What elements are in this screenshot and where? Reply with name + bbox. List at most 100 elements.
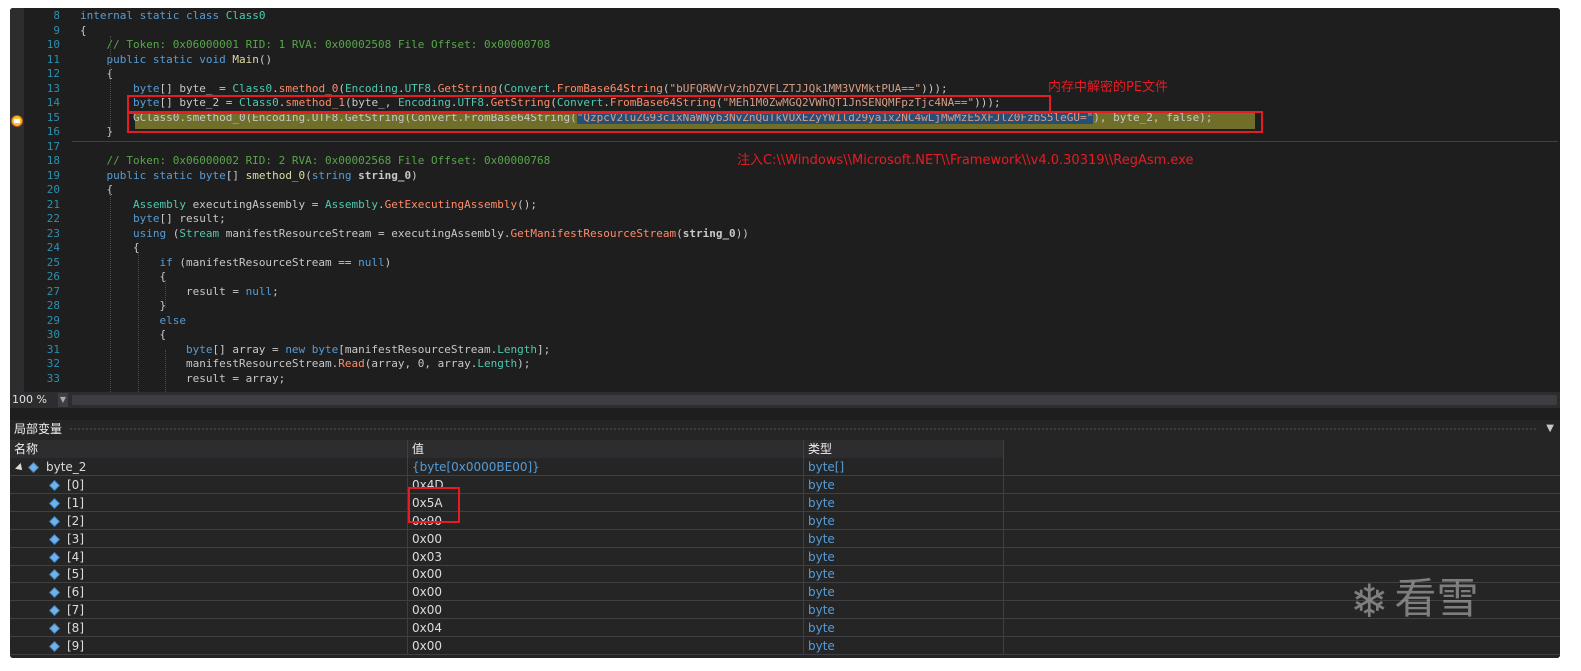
zoom-dropdown[interactable]: 100 % ▼	[12, 393, 68, 407]
code-text: if (manifestResourceStream == null)	[80, 256, 391, 270]
code-line[interactable]: 9{	[10, 24, 1560, 38]
code-line[interactable]: 22 byte[] result;	[10, 212, 1560, 226]
locals-name-cell: [6]	[10, 583, 408, 602]
code-token: manifestResourceStream.	[80, 357, 339, 370]
column-header-type[interactable]: 类型	[804, 440, 1004, 458]
code-token: (array, 0, array.	[364, 357, 478, 370]
field-cube-icon	[49, 587, 60, 599]
horizontal-scrollbar[interactable]	[72, 395, 1557, 405]
code-line[interactable]: 11 public static void Main()	[10, 53, 1560, 67]
locals-row[interactable]: [1] 0x5A byte	[10, 493, 1560, 512]
locals-value-cell[interactable]: 0x4D	[408, 475, 804, 494]
code-token: Main	[232, 52, 259, 66]
code-line[interactable]: 10 // Token: 0x06000001 RID: 1 RVA: 0x00…	[10, 38, 1560, 52]
line-number: 11	[46, 52, 60, 66]
code-line[interactable]: 26 {	[10, 270, 1560, 284]
code-line[interactable]: 13 byte[] byte_ = Class0.smethod_0(Encod…	[10, 82, 1560, 96]
locals-value-cell[interactable]: {byte[0x0000BE00]}	[408, 458, 804, 476]
code-token: Convert	[503, 81, 551, 95]
variable-name: [2]	[67, 513, 84, 528]
column-header-value[interactable]: 值	[408, 440, 804, 458]
variable-name: [0]	[67, 477, 84, 492]
locals-value-cell[interactable]: 0x04	[408, 619, 804, 638]
locals-row[interactable]: [2] 0x90 byte	[10, 511, 1560, 530]
locals-row[interactable]: [6] 0x00 byte	[10, 583, 1560, 602]
code-token: string_0	[682, 226, 736, 240]
locals-row[interactable]: [9] 0x00 byte	[10, 637, 1560, 655]
code-line[interactable]: 28 }	[10, 299, 1560, 313]
field-cube-icon	[49, 641, 60, 652]
locals-value-cell[interactable]: 0x00	[408, 601, 804, 620]
code-line[interactable]: 30 {	[10, 328, 1560, 342]
locals-row[interactable]: [0] 0x4D byte	[10, 475, 1560, 494]
code-token: byte	[80, 81, 160, 95]
code-token: smethod_0	[245, 168, 306, 182]
code-line[interactable]: 23 using (Stream manifestResourceStream …	[10, 227, 1560, 241]
locals-value-cell[interactable]: 0x00	[408, 583, 804, 602]
locals-row[interactable]: [4] 0x03 byte	[10, 547, 1560, 566]
locals-value-cell[interactable]: 0x5A	[408, 493, 804, 512]
locals-row[interactable]: [8] 0x04 byte	[10, 619, 1560, 638]
code-token: Class0	[232, 81, 273, 95]
current-breakpoint-icon[interactable]	[11, 115, 23, 127]
code-token: Length	[497, 342, 537, 356]
code-token: string	[311, 168, 359, 182]
code-line[interactable]: 25 if (manifestResourceStream == null)	[10, 256, 1560, 270]
variable-name: [1]	[67, 495, 84, 510]
code-line[interactable]: 31 byte[] array = new byte[manifestResou…	[10, 343, 1560, 357]
code-line[interactable]: 20 {	[10, 183, 1560, 197]
line-number: 19	[46, 168, 60, 182]
panel-menu-icon[interactable]: ▼	[1546, 420, 1554, 438]
code-token: Assembly	[80, 197, 186, 211]
locals-row[interactable]: [3] 0x00 byte	[10, 529, 1560, 548]
variable-name: [7]	[67, 603, 84, 618]
code-line[interactable]: 19 public static byte[] smethod_0(string…	[10, 169, 1560, 183]
code-line[interactable]: 27 result = null;	[10, 285, 1560, 299]
locals-value-cell[interactable]: 0x00	[408, 529, 804, 548]
line-number: 16	[46, 125, 60, 138]
code-token: if	[80, 255, 180, 269]
line-number: 13	[46, 81, 60, 95]
code-token: }	[80, 299, 167, 312]
locals-value-cell[interactable]: 0x00	[408, 637, 804, 655]
locals-row[interactable]: byte_2 {byte[0x0000BE00]} byte[]	[10, 458, 1560, 476]
line-number: 22	[46, 212, 60, 225]
field-cube-icon	[49, 623, 60, 635]
code-line[interactable]: 21 Assembly executingAssembly = Assembly…	[10, 198, 1560, 212]
chevron-down-icon[interactable]: ▼	[58, 393, 68, 407]
code-line[interactable]: 32 manifestResourceStream.Read(array, 0,…	[10, 357, 1560, 371]
locals-row[interactable]: [5] 0x00 byte	[10, 565, 1560, 584]
editor-status-bar: 100 % ▼	[10, 392, 1560, 408]
code-token: FromBase64String	[556, 81, 663, 95]
code-token: ))	[735, 226, 749, 240]
code-line[interactable]: 24 {	[10, 241, 1560, 255]
locals-type-cell: byte	[804, 601, 1004, 620]
line-number: 20	[46, 183, 60, 196]
locals-type-cell: byte	[804, 493, 1004, 512]
panel-drag-handle[interactable]	[70, 428, 1536, 430]
expand-toggle-icon[interactable]	[15, 463, 25, 473]
variable-value: 0x03	[412, 549, 443, 564]
line-number: 27	[46, 284, 60, 298]
column-header-name[interactable]: 名称	[10, 440, 408, 458]
code-token: [] array =	[212, 342, 286, 356]
code-line[interactable]: 29 else	[10, 314, 1560, 328]
locals-value-cell[interactable]: 0x03	[408, 547, 804, 566]
indent-guide	[110, 36, 111, 128]
code-line[interactable]: 12 {	[10, 67, 1560, 81]
code-editor[interactable]: 8 internal static class Class0 9{10 // Tok…	[10, 8, 1560, 392]
code-token: Read	[338, 357, 365, 370]
locals-type-cell: byte[]	[804, 458, 1004, 476]
code-line[interactable]: 8 internal static class Class0	[10, 9, 1560, 23]
line-number: 33	[46, 371, 60, 385]
code-token: ()	[258, 52, 273, 66]
line-number: 8	[53, 9, 60, 22]
code-line[interactable]: 33 result = array;	[10, 372, 1560, 386]
locals-value-cell[interactable]: 0x00	[408, 565, 804, 584]
code-token: internal static class	[80, 9, 226, 22]
locals-name-cell: [8]	[10, 619, 408, 638]
code-text: byte[] result;	[80, 212, 226, 226]
locals-value-cell[interactable]: 0x90	[408, 511, 804, 530]
locals-row[interactable]: [7] 0x00 byte	[10, 601, 1560, 620]
locals-name-cell: [0]	[10, 475, 408, 494]
